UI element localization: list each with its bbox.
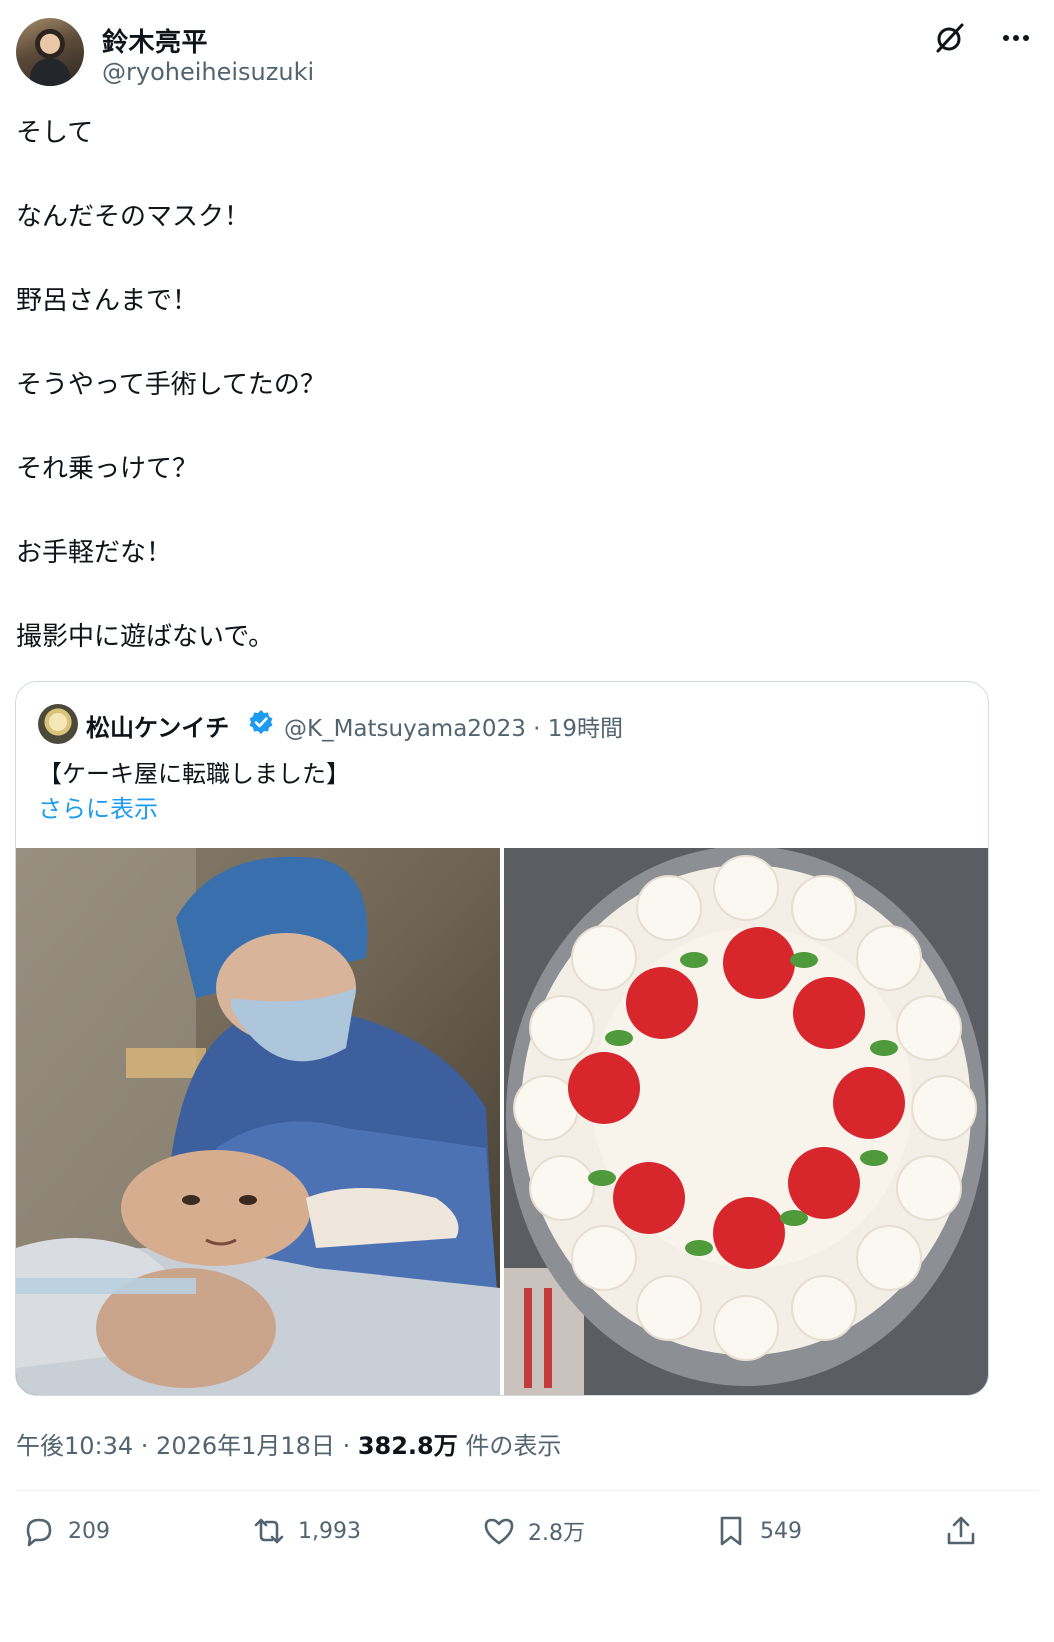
tweet-header: 鈴木亮平 @ryoheiheisuzuki — [16, 16, 1038, 90]
reply-button[interactable]: 209 — [22, 1506, 110, 1556]
grok-icon[interactable] — [934, 22, 966, 54]
bookmark-button[interactable]: 549 — [714, 1506, 802, 1556]
view-label: 件の表示 — [457, 1432, 562, 1460]
cake-photo[interactable] — [504, 848, 988, 1395]
tweet-line: そして — [16, 118, 94, 148]
tweet-line: お手軽だな！ — [16, 538, 173, 568]
tweet-text: そして なんだそのマスク！ 野呂さんまで！ そうやって手術してたの？ それ乗っけ… — [16, 112, 1016, 700]
quote-handle-time[interactable]: @K_Matsuyama2023 · 19時間 — [284, 709, 623, 743]
show-more-link[interactable]: さらに表示 — [38, 789, 158, 824]
quote-author-name[interactable]: 松山ケンイチ — [86, 708, 229, 743]
like-icon — [484, 1518, 514, 1545]
reply-icon — [26, 1518, 52, 1547]
verified-icon — [249, 710, 273, 734]
tweet-line: 野呂さんまで！ — [16, 286, 199, 316]
repost-count: 1,993 — [298, 1518, 361, 1544]
repost-button[interactable]: 1,993 — [252, 1506, 361, 1556]
divider — [16, 1490, 1038, 1491]
author-name[interactable]: 鈴木亮平 — [102, 22, 208, 59]
tweet-line: そうやって手術してたの？ — [16, 370, 326, 400]
quote-media — [16, 848, 988, 1395]
action-bar: 209 1,993 2.8万 549 — [16, 1506, 1038, 1558]
author-avatar[interactable] — [16, 18, 84, 86]
surgery-photo[interactable] — [16, 848, 500, 1395]
more-icon[interactable] — [998, 22, 1034, 54]
tweet-line: なんだそのマスク！ — [16, 202, 251, 232]
share-icon — [947, 1516, 975, 1545]
tweet-line: それ乗っけて？ — [16, 454, 199, 484]
bookmark-count: 549 — [760, 1518, 802, 1544]
cake-illustration — [504, 848, 988, 1395]
tweet-line: 撮影中に遊ばないで。 — [16, 622, 275, 652]
like-count: 2.8万 — [528, 1521, 585, 1546]
bookmark-icon — [720, 1516, 742, 1546]
tweet-timestamp[interactable]: 午後10:34 · 2026年1月18日 · — [16, 1432, 358, 1460]
share-button[interactable] — [944, 1506, 990, 1556]
tweet-meta: 午後10:34 · 2026年1月18日 · 382.8万 件の表示 — [16, 1426, 561, 1461]
reply-count: 209 — [68, 1518, 110, 1544]
author-handle[interactable]: @ryoheiheisuzuki — [102, 58, 314, 86]
quote-text: 【ケーキ屋に転職しました】 — [38, 760, 350, 788]
view-count: 382.8万 — [357, 1432, 458, 1460]
repost-icon — [254, 1518, 284, 1544]
quoted-tweet[interactable]: 松山ケンイチ @K_Matsuyama2023 · 19時間 【ケーキ屋に転職し… — [15, 681, 989, 1396]
surgery-illustration — [16, 848, 500, 1395]
quote-author-avatar[interactable] — [38, 704, 78, 744]
like-button[interactable]: 2.8万 — [482, 1506, 585, 1556]
